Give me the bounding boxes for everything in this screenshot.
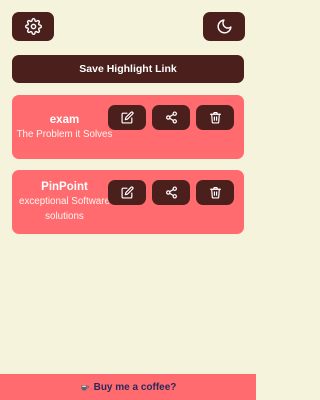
trash-icon xyxy=(209,187,221,199)
highlight-description: The Problem it Solves xyxy=(16,128,113,140)
theme-toggle-button[interactable] xyxy=(203,12,245,41)
edit-icon xyxy=(120,186,134,199)
share-icon xyxy=(165,111,177,124)
share-button[interactable] xyxy=(152,105,190,130)
highlight-description: exceptional Software solutions xyxy=(19,196,110,222)
trash-icon xyxy=(209,112,221,124)
highlight-list: exam The Problem it Solves PinPoint exce… xyxy=(12,95,244,245)
gear-icon xyxy=(24,18,42,35)
delete-button[interactable] xyxy=(196,105,234,130)
footer-label: Buy me a coffee? xyxy=(93,381,177,393)
moon-icon xyxy=(217,19,232,34)
highlight-title: PinPoint xyxy=(41,181,88,193)
edit-button[interactable] xyxy=(108,180,146,205)
highlight-title: exam xyxy=(49,113,80,126)
save-highlight-link-button[interactable]: Save Highlight Link xyxy=(12,55,244,83)
highlight-actions xyxy=(108,180,234,205)
delete-button[interactable] xyxy=(196,180,234,205)
settings-button[interactable] xyxy=(12,12,54,41)
highlight-text: PinPoint exceptional Software solutions xyxy=(12,170,117,234)
share-icon xyxy=(165,186,177,199)
share-button[interactable] xyxy=(152,180,190,205)
highlight-card: exam The Problem it Solves xyxy=(12,95,244,159)
buy-me-a-coffee-link[interactable]: Buy me a coffee? xyxy=(0,374,256,400)
highlight-actions xyxy=(108,105,234,130)
highlight-text: exam The Problem it Solves xyxy=(12,95,117,159)
highlight-card: PinPoint exceptional Software solutions xyxy=(12,170,244,234)
coffee-cup-icon xyxy=(81,384,89,390)
edit-icon xyxy=(120,111,134,124)
edit-button[interactable] xyxy=(108,105,146,130)
